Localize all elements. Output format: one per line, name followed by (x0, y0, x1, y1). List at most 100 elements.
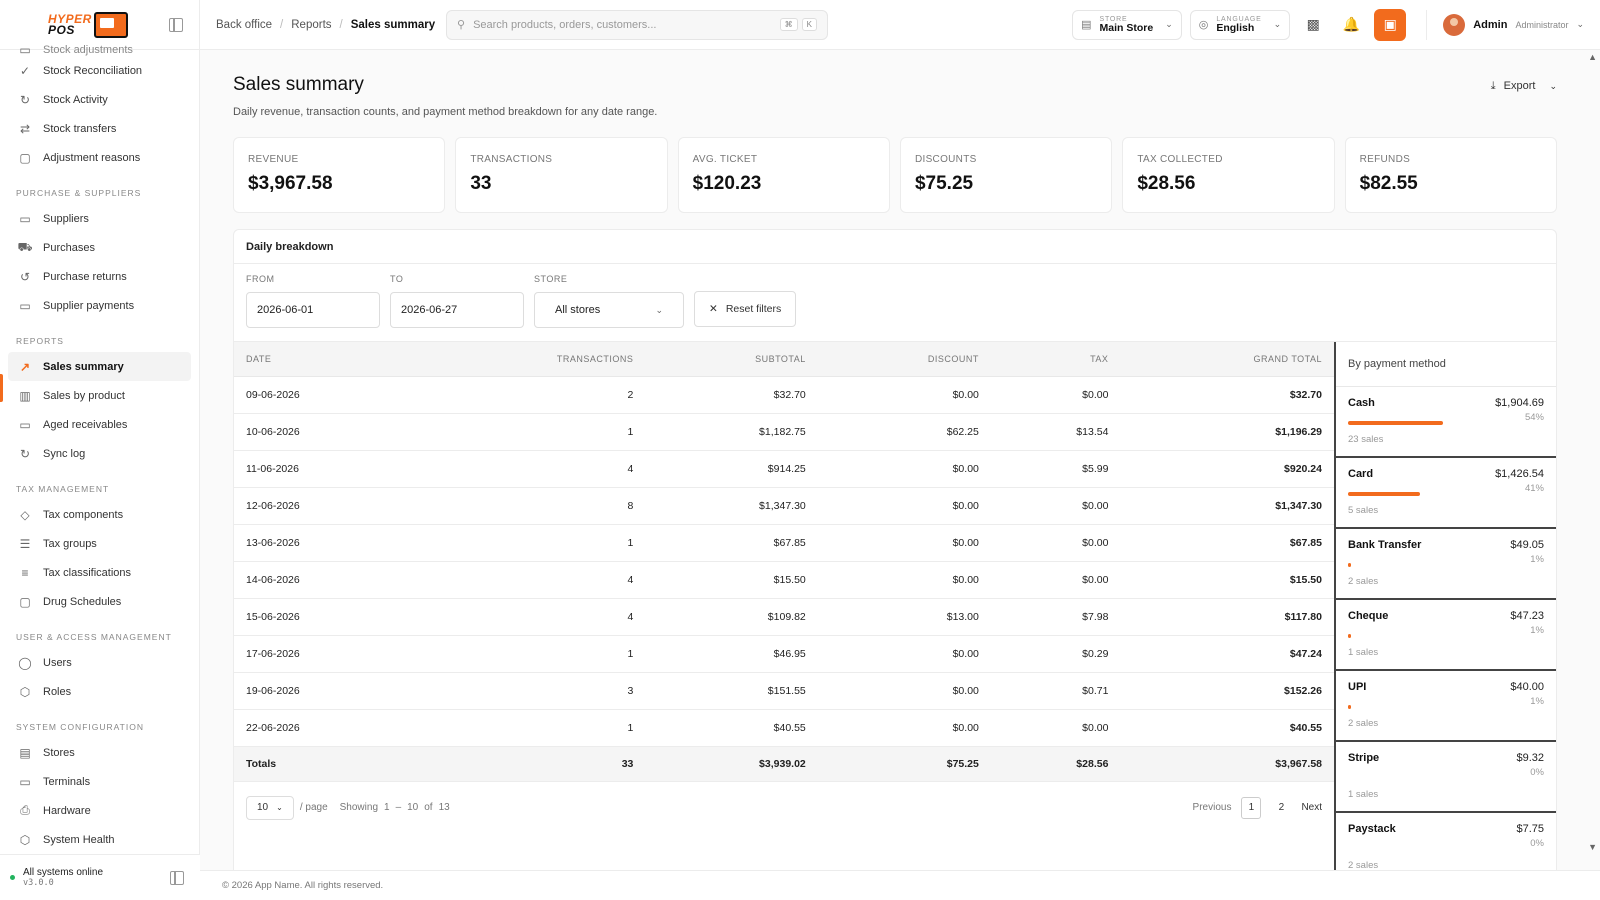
table-row[interactable]: 11-06-2026 4 $914.25 $0.00 $5.99 $920.24 (234, 450, 1334, 488)
table-row[interactable]: 22-06-2026 1 $40.55 $0.00 $0.00 $40.55 (234, 709, 1334, 747)
sidebar-item-tax-groups[interactable]: ☰ Tax groups (8, 529, 191, 558)
cell-subtotal: $32.70 (645, 376, 818, 414)
sidebar-item-tax-classifications[interactable]: ≡ Tax classifications (8, 558, 191, 587)
page-size-select[interactable]: 10 ⌄ (246, 795, 294, 820)
payment-method-bank-transfer[interactable]: Bank Transfer $49.05 1% 2 sales (1336, 529, 1556, 600)
user-menu[interactable]: Admin Administrator ⌄ (1426, 9, 1584, 40)
page-1-button[interactable]: 1 (1241, 796, 1262, 819)
payment-share-bar (1348, 634, 1538, 638)
sales-summary-icon: ↗ (19, 359, 31, 374)
sidebar-item-sales-summary[interactable]: ↗ Sales summary (8, 352, 191, 381)
column-header-date[interactable]: DATE (234, 342, 414, 377)
reports-chart-icon[interactable]: ▩ (1298, 10, 1328, 40)
sidebar-item-terminals[interactable]: ▭ Terminals (8, 767, 191, 796)
table-row[interactable]: 13-06-2026 1 $67.85 $0.00 $0.00 $67.85 (234, 524, 1334, 562)
pos-terminal-icon[interactable]: ▣ (1374, 8, 1407, 41)
cell-transactions: 1 (413, 413, 646, 451)
column-header-tax[interactable]: TAX (990, 342, 1121, 377)
sidebar-item-stores[interactable]: ▤ Stores (8, 738, 191, 767)
payment-method-cheque[interactable]: Cheque $47.23 1% 1 sales (1336, 600, 1556, 671)
search-input[interactable]: ⚲ Search products, orders, customers... … (446, 9, 828, 40)
payment-share-bar (1348, 421, 1538, 425)
table-row[interactable]: 09-06-2026 2 $32.70 $0.00 $0.00 $32.70 (234, 376, 1334, 414)
breadcrumb-reports[interactable]: Reports (291, 19, 331, 31)
scroll-down-icon[interactable]: ▼ (1588, 842, 1597, 852)
cell-discount: $62.25 (817, 413, 991, 451)
payment-method-paystack[interactable]: Paystack $7.75 0% 2 sales (1336, 813, 1556, 870)
table-row[interactable]: 12-06-2026 8 $1,347.30 $0.00 $0.00 $1,347.30 (234, 487, 1334, 525)
payment-share-bar (1348, 847, 1538, 851)
active-indicator (0, 374, 3, 402)
to-date-input[interactable]: 2026-06-27 (390, 292, 524, 328)
system-health-icon: ⬡ (19, 832, 31, 847)
sidebar-item-supplier-payments[interactable]: ▭ Supplier payments (8, 291, 191, 320)
showing-from: 1 (384, 802, 390, 813)
sidebar-item-purchases[interactable]: ⛟ Purchases (8, 233, 191, 262)
sidebar-item-drug-schedules[interactable]: ▢ Drug Schedules (8, 587, 191, 616)
sidebar-item-users[interactable]: ◯ Users (8, 648, 191, 677)
language-select[interactable]: ◎ LANGUAGE English ⌄ (1189, 9, 1291, 40)
export-button[interactable]: ⤓ Export ⌄ (1491, 76, 1557, 96)
sidebar-item-sync-log[interactable]: ↻ Sync log (8, 439, 191, 468)
table-row[interactable]: 14-06-2026 4 $15.50 $0.00 $0.00 $15.50 (234, 561, 1334, 599)
sidebar-item-purchase-returns[interactable]: ↺ Purchase returns (8, 262, 191, 291)
payment-share-fill (1348, 705, 1351, 709)
sidebar-item-system-health[interactable]: ⬡ System Health (8, 825, 191, 854)
sidebar-item-stock-adjustments[interactable]: ▭ Stock adjustments (8, 42, 191, 56)
payment-count: 1 sales (1348, 789, 1379, 800)
breadcrumb-back-office[interactable]: Back office (216, 19, 272, 31)
sidebar-item-tax-components[interactable]: ◇ Tax components (8, 500, 191, 529)
previous-page-button[interactable]: Previous (1193, 802, 1232, 813)
sidebar-item-roles[interactable]: ⬡ Roles (8, 677, 191, 706)
cell-grand-total: $1,196.29 (1120, 413, 1334, 451)
from-date-input[interactable]: 2026-06-01 (246, 292, 380, 328)
column-header-grand-total[interactable]: GRAND TOTAL (1120, 342, 1334, 377)
next-page-button[interactable]: Next (1301, 802, 1322, 813)
cell-date: 10-06-2026 (234, 413, 414, 451)
sidebar-item-label: Sync log (43, 447, 86, 460)
payment-row: Bank Transfer $49.05 (1348, 539, 1544, 551)
table-row[interactable]: 15-06-2026 4 $109.82 $13.00 $7.98 $117.80 (234, 598, 1334, 636)
payment-amount: $40.00 (1510, 681, 1544, 693)
brand-logo[interactable]: HYPER POS (48, 11, 128, 38)
sidebar-item-hardware[interactable]: ⎙ Hardware (8, 796, 191, 825)
notifications-bell-icon[interactable]: 🔔 (1336, 10, 1366, 40)
breakdown-table: DATE TRANSACTIONS SUBTOTAL DISCOUNT TAX GRAND… (234, 342, 1334, 782)
page-2-button[interactable]: 2 (1271, 797, 1291, 819)
sidebar-item-adjustment-reasons[interactable]: ▢ Adjustment reasons (8, 143, 191, 172)
showing-label: Showing (339, 802, 378, 813)
payment-method-upi[interactable]: UPI $40.00 1% 2 sales (1336, 671, 1556, 742)
store-filter-select[interactable]: All stores ⌄ (534, 292, 684, 328)
payment-amount: $7.75 (1516, 823, 1544, 835)
sidebar-item-stock-reconciliation[interactable]: ✓ Stock Reconciliation (8, 56, 191, 85)
payment-method-stripe[interactable]: Stripe $9.32 0% 1 sales (1336, 742, 1556, 813)
stat-value: $28.56 (1137, 173, 1196, 194)
table-row[interactable]: 19-06-2026 3 $151.55 $0.00 $0.71 $152.26 (234, 672, 1334, 710)
cell-transactions: 4 (413, 561, 646, 599)
sidebar-item-aged-receivables[interactable]: ▭ Aged receivables (8, 410, 191, 439)
column-header-subtotal[interactable]: SUBTOTAL (645, 342, 818, 377)
payment-method-card[interactable]: Card $1,426.54 41% 5 sales (1336, 458, 1556, 529)
payment-name: Bank Transfer (1348, 539, 1422, 551)
sidebar-item-suppliers[interactable]: ▭ Suppliers (8, 204, 191, 233)
collapse-sidebar-icon[interactable] (169, 17, 183, 32)
reset-filters-button[interactable]: ✕ Reset filters (694, 291, 797, 327)
cell-date: 22-06-2026 (234, 709, 414, 747)
sidebar-item-stock-transfers[interactable]: ⇄ Stock transfers (8, 114, 191, 143)
sidebar-item-sales-by-product[interactable]: ▥ Sales by product (8, 381, 191, 410)
total-cell-grand-total: $3,967.58 (1120, 746, 1334, 782)
store-icon: ▤ (1081, 19, 1092, 31)
scroll-up-icon[interactable]: ▲ (1588, 52, 1597, 62)
payment-method-cash[interactable]: Cash $1,904.69 54% 23 sales (1336, 387, 1556, 458)
column-header-transactions[interactable]: TRANSACTIONS (413, 342, 646, 377)
drug-schedules-icon: ▢ (19, 594, 31, 609)
store-select[interactable]: ▤ STORE Main Store ⌄ (1072, 9, 1182, 40)
panel-toggle-icon[interactable] (170, 870, 184, 885)
table-row[interactable]: 17-06-2026 1 $46.95 $0.00 $0.29 $47.24 (234, 635, 1334, 673)
breadcrumb-current: Sales summary (350, 18, 436, 31)
sidebar-item-stock-activity[interactable]: ↻ Stock Activity (8, 85, 191, 114)
cell-subtotal: $40.55 (645, 709, 818, 747)
payment-row: Cheque $47.23 (1348, 610, 1544, 622)
table-row[interactable]: 10-06-2026 1 $1,182.75 $62.25 $13.54 $1,196.2… (234, 413, 1334, 451)
column-header-discount[interactable]: DISCOUNT (817, 342, 991, 377)
